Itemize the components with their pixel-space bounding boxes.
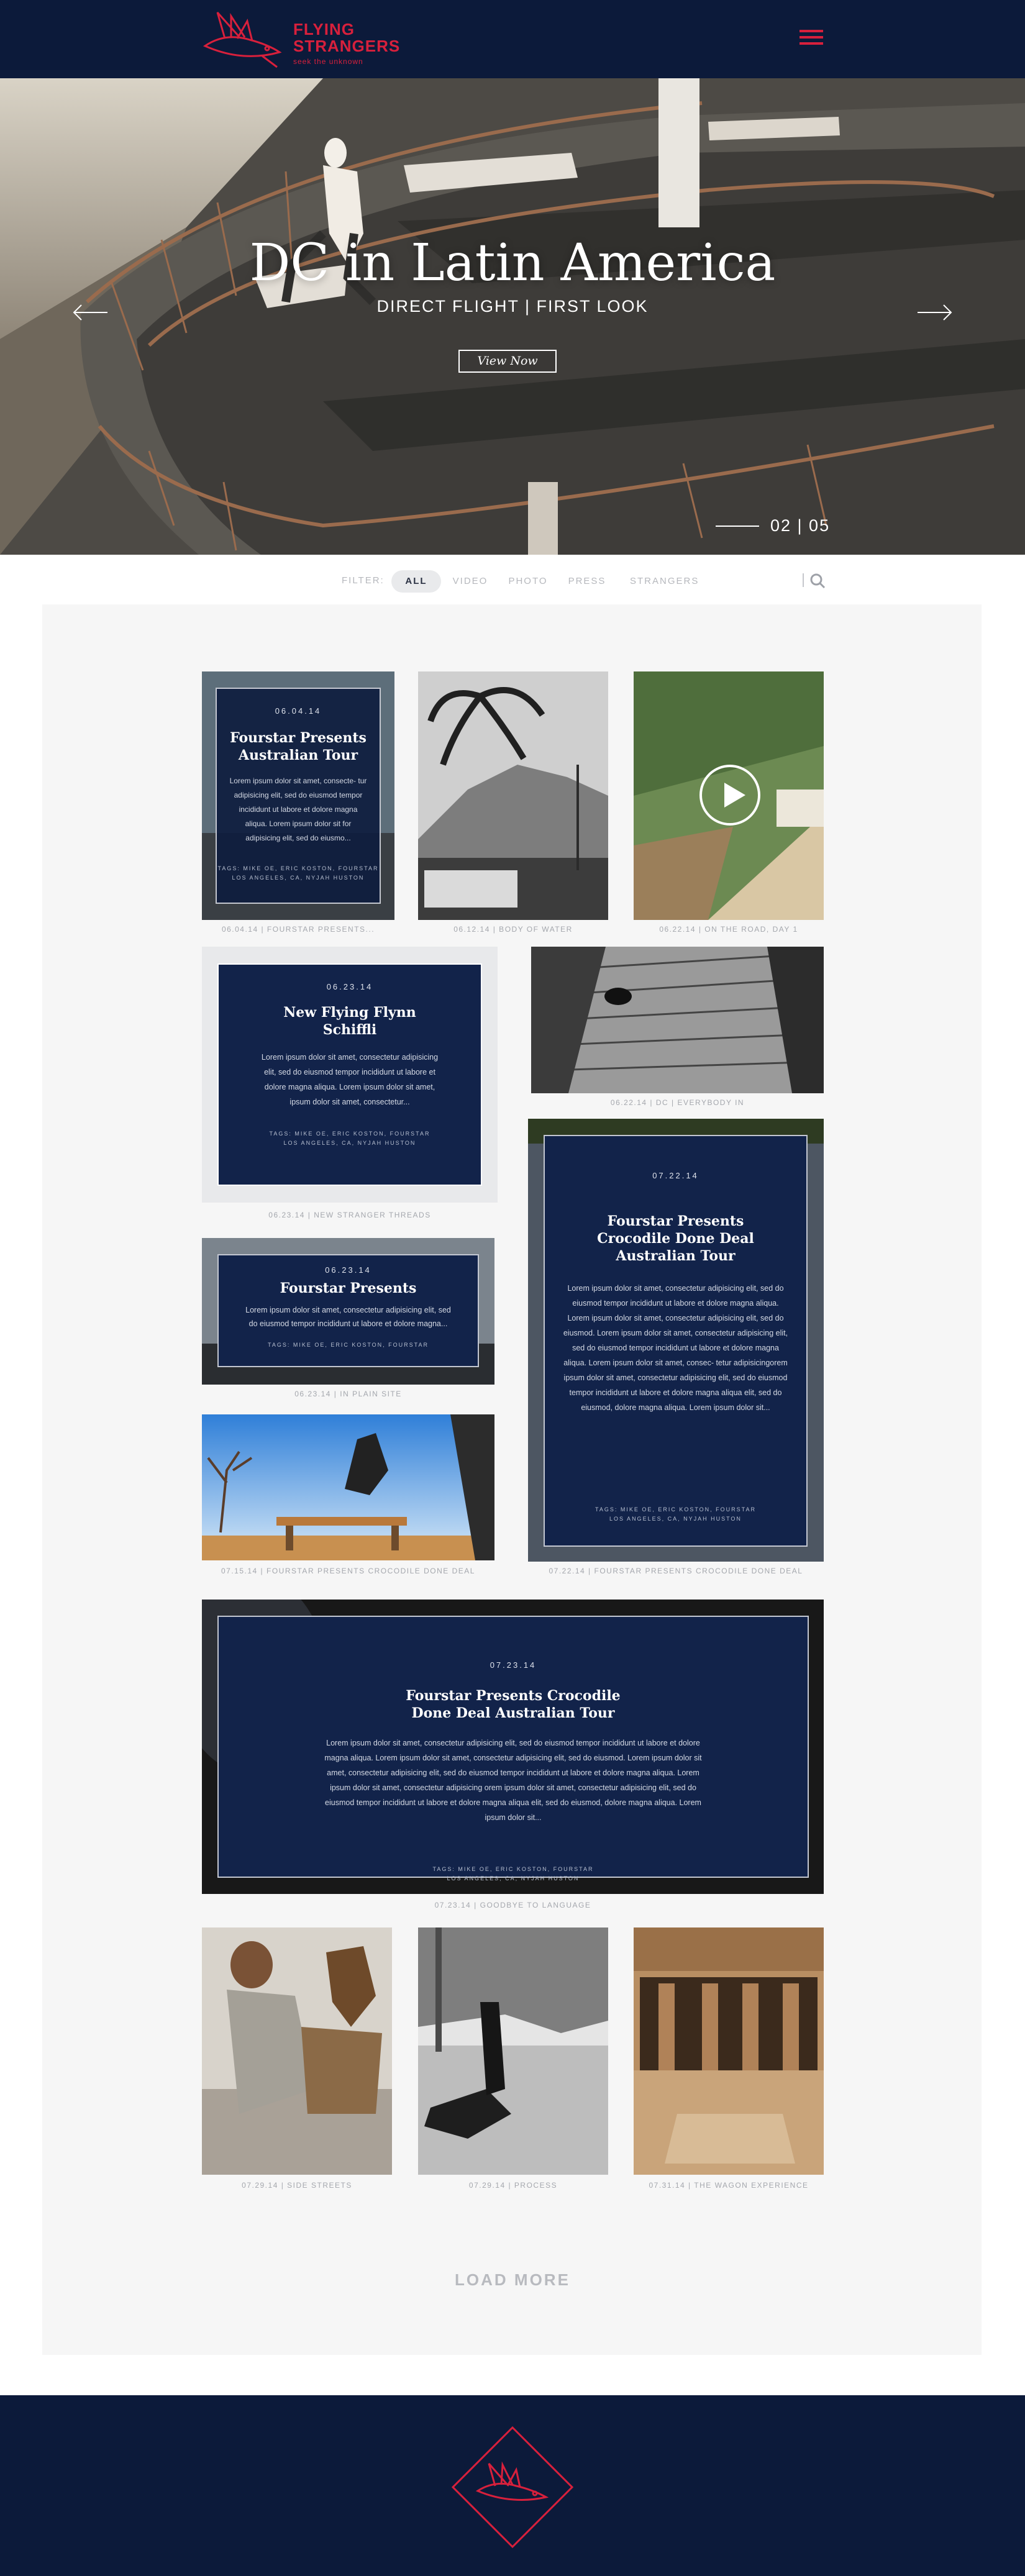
card-caption: 06.23.14 | NEW STRANGER THREADS	[268, 1211, 431, 1219]
brand-title-line2: STRANGERS	[293, 37, 401, 55]
card-side-streets[interactable]	[202, 1927, 392, 2175]
card-on-the-road-video[interactable]	[634, 671, 824, 920]
filter-label: FILTER:	[342, 575, 385, 586]
hero-subtitle: DIRECT FLIGHT | FIRST LOOK	[376, 297, 649, 316]
filter-photo[interactable]: PHOTO	[506, 570, 550, 593]
card-process[interactable]	[418, 1927, 608, 2175]
card-tags: TAGS: MIKE OE, ERIC KOSTON, FOURSTAR	[594, 1506, 757, 1513]
card-caption: 07.22.14 | FOURSTAR PRESENTS CROCODILE D…	[549, 1567, 803, 1575]
card-caption: 06.22.14 | ON THE ROAD, DAY 1	[659, 925, 798, 934]
card-location: LOS ANGELES, CA, NYJAH HUSTON	[283, 1140, 416, 1146]
card-everybody-in[interactable]	[531, 947, 824, 1093]
card-crocodile-done-deal-tall[interactable]: 07.22.14 Fourstar Presents Crocodile Don…	[528, 1119, 824, 1562]
card-date: 07.22.14	[652, 1171, 699, 1180]
filter-video[interactable]: VIDEO	[449, 570, 491, 593]
card-fourstar-presents[interactable]: 06.04.14 Fourstar Presents Australian To…	[202, 671, 394, 920]
card-excerpt: Lorem ipsum dolor sit amet, consectetur …	[563, 1284, 788, 1412]
card-caption: 07.29.14 | SIDE STREETS	[242, 2181, 352, 2190]
hero-title: DC in Latin America	[249, 234, 776, 293]
card-caption: 06.22.14 | DC | EVERYBODY IN	[610, 1098, 745, 1107]
card-date: 06.23.14	[325, 1265, 371, 1275]
filter-press[interactable]: PRESS	[565, 570, 609, 593]
brand-logo[interactable]: FLYING STRANGERS seek the unknown	[200, 7, 399, 71]
card-date: 06.04.14	[275, 706, 322, 716]
card-in-plain-site[interactable]: 06.23.14 Fourstar Presents Lorem ipsum d…	[202, 1238, 494, 1385]
card-date: 07.23.14	[490, 1660, 537, 1670]
card-location: LOS ANGELES, CA, NYJAH HUSTON	[609, 1516, 742, 1522]
card-caption: 07.15.14 | FOURSTAR PRESENTS CROCODILE D…	[221, 1567, 475, 1575]
card-caption: 06.04.14 | FOURSTAR PRESENTS...	[221, 925, 375, 934]
card-photo-skater	[202, 1414, 494, 1560]
brand-title-line1: FLYING	[293, 20, 355, 39]
card-photo-temple	[634, 1927, 824, 2175]
card-crocodile-done-deal-wide[interactable]: 07.23.14 Fourstar Presents Crocodile Don…	[202, 1600, 824, 1894]
search-icon[interactable]	[809, 572, 826, 589]
card-photo-skater-ground	[418, 1927, 608, 2175]
card-excerpt: Lorem ipsum dolor sit amet, consecte- tu…	[229, 776, 367, 842]
filter-all[interactable]: ALL	[391, 570, 441, 593]
card-new-flying-flynn[interactable]: 06.23.14 New Flying Flynn Schiffli Lorem…	[202, 947, 498, 1203]
card-location: LOS ANGELES, CA, NYJAH HUSTON	[232, 875, 365, 881]
load-more-button[interactable]: LOAD MORE	[0, 2270, 1025, 2290]
filter-divider	[803, 573, 804, 587]
card-photo-stairs	[531, 947, 824, 1093]
card-title: New Flying Flynn Schiffli	[283, 1004, 416, 1038]
card-excerpt: Lorem ipsum dolor sit amet, consectetur …	[324, 1739, 702, 1822]
hero-skate-photo	[0, 78, 1025, 555]
card-wagon-experience[interactable]	[634, 1927, 824, 2175]
card-caption: 07.29.14 | PROCESS	[468, 2181, 558, 2190]
play-button-icon[interactable]	[699, 765, 760, 826]
carousel-pager: 02 | 05	[770, 516, 831, 535]
card-title: Fourstar Presents Crocodile Done Deal Au…	[406, 1688, 621, 1721]
card-skate-bench[interactable]	[202, 1414, 494, 1560]
filter-strangers[interactable]: STRANGERS	[630, 570, 698, 593]
card-caption: 07.23.14 | GOODBYE TO LANGUAGE	[434, 1901, 591, 1909]
card-title: Fourstar Presents	[280, 1280, 417, 1296]
card-tags: TAGS: MIKE OE, ERIC KOSTON, FOURSTAR	[432, 1866, 594, 1872]
card-tags: TAGS: MIKE OE, ERIC KOSTON, FOURSTAR	[217, 865, 379, 872]
hamburger-menu-icon[interactable]	[800, 30, 823, 47]
brand-tagline: seek the unknown	[293, 57, 363, 66]
card-location: LOS ANGELES, CA, NYJAH HUSTON	[447, 1875, 580, 1882]
card-title: Fourstar Presents Australian Tour	[230, 730, 367, 763]
card-excerpt: Lorem ipsum dolor sit amet, consectetur …	[245, 1306, 451, 1328]
card-tags: TAGS: MIKE OE, ERIC KOSTON, FOURSTAR	[267, 1342, 429, 1348]
flying-fish-icon	[203, 11, 282, 68]
card-photo-boy-dog	[202, 1927, 392, 2175]
card-date: 06.23.14	[326, 982, 373, 991]
site-footer	[0, 2395, 1025, 2576]
card-caption: 07.31.14 | THE WAGON EXPERIENCE	[649, 2181, 809, 2190]
card-caption: 06.23.14 | IN PLAIN SITE	[294, 1390, 402, 1398]
card-photo-palm-tree	[418, 671, 608, 920]
pager-line	[716, 526, 759, 527]
brand-title: FLYING STRANGERS	[293, 21, 400, 55]
flying-fish-diamond-logo-icon[interactable]	[452, 2426, 573, 2548]
card-body-of-water[interactable]	[418, 671, 608, 920]
card-caption: 06.12.14 | BODY OF WATER	[453, 925, 573, 934]
filter-bar: FILTER: ALL VIDEO PHOTO PRESS STRANGERS	[0, 555, 1025, 604]
hero-carousel: DC in Latin America DIRECT FLIGHT | FIRS…	[0, 78, 1025, 555]
view-now-button[interactable]: View Now	[458, 350, 557, 373]
card-tags: TAGS: MIKE OE, ERIC KOSTON, FOURSTAR	[269, 1131, 430, 1137]
site-header: FLYING STRANGERS seek the unknown	[0, 0, 1025, 78]
card-title: Fourstar Presents Crocodile Done Deal Au…	[597, 1213, 754, 1264]
card-excerpt: Lorem ipsum dolor sit amet, consectetur …	[261, 1053, 439, 1106]
